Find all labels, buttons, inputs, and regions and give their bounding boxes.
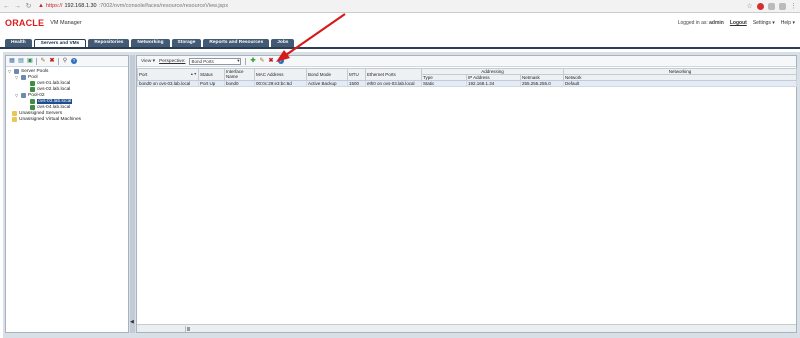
- pool-icon: [21, 74, 26, 80]
- toolbar-divider: [36, 57, 37, 65]
- toolbar-divider: [58, 57, 59, 65]
- server-pools-icon: [14, 68, 19, 74]
- panel-splitter[interactable]: ◀: [130, 55, 135, 333]
- horizontal-scrollbar[interactable]: [137, 324, 796, 332]
- column-header-mtu[interactable]: MTU: [347, 68, 366, 81]
- column-header-interface-name[interactable]: Interface Name: [224, 68, 255, 81]
- collapse-icon[interactable]: ▽: [8, 69, 12, 74]
- discover-servers-icon[interactable]: ▤: [18, 58, 24, 64]
- chevron-down-icon: ▾: [237, 58, 240, 63]
- collapse-icon[interactable]: ▽: [15, 75, 19, 80]
- shield-icon[interactable]: [768, 2, 775, 10]
- tab-health[interactable]: Health: [5, 39, 32, 47]
- tab-jobs[interactable]: Jobs: [271, 39, 295, 47]
- server-tree: ▽ Server Pools ▽ Pool ovs-01.lab.local o…: [6, 67, 128, 123]
- folder-icon: [12, 110, 17, 116]
- folder-icon: [12, 116, 17, 122]
- help-icon[interactable]: ?: [277, 58, 284, 64]
- server-icon: [30, 86, 35, 92]
- app-header: ORACLE VM Manager Logged in as: admin Lo…: [0, 14, 800, 32]
- perspective-label: Perspective:: [159, 58, 186, 64]
- help-menu[interactable]: Help ▾: [781, 20, 795, 26]
- collapse-left-icon[interactable]: ◀: [130, 319, 134, 325]
- add-icon[interactable]: ✚: [250, 58, 255, 64]
- tab-networking[interactable]: Networking: [131, 39, 170, 47]
- star-icon[interactable]: ☆: [746, 3, 753, 10]
- content-panel: View ▾ Perspective: Bond Ports ▾ ✚ ✎ ✖ ? …: [136, 55, 798, 333]
- cell-network: Default: [563, 80, 798, 87]
- scroll-thumb[interactable]: [187, 327, 190, 331]
- cell-ip: 192.168.1.34: [466, 80, 521, 87]
- create-vm-icon[interactable]: ▣: [27, 58, 33, 64]
- edit-icon[interactable]: ✎: [40, 58, 46, 64]
- edit-icon[interactable]: ✎: [260, 58, 265, 64]
- tab-storage[interactable]: Storage: [171, 39, 202, 47]
- cell-bond-mode: Active Backup: [306, 80, 348, 87]
- main-area: ▦ ▤ ▣ ✎ ✖ ⚲ ? ▽ Server Pools ▽ Pool ovs-…: [3, 52, 800, 338]
- bond-ports-table: Port ▲▼ Status Interface Name MAC Address…: [137, 68, 798, 87]
- extension-icon[interactable]: [779, 2, 786, 10]
- logged-in-label: Logged in as: admin: [677, 20, 724, 26]
- forward-icon[interactable]: →: [14, 3, 21, 10]
- menu-icon[interactable]: ⋮: [790, 3, 797, 10]
- cell-mac: 00:0c:29:e3:bc:6d: [254, 80, 307, 87]
- server-icon: [30, 80, 35, 86]
- content-toolbar: View ▾ Perspective: Bond Ports ▾ ✚ ✎ ✖ ?: [137, 56, 796, 67]
- cell-port: bond0 on ovs-03.lab.local: [137, 80, 199, 87]
- tree-item-unassigned-vms[interactable]: Unassigned Virtual Machines: [8, 116, 126, 122]
- main-tabs: Health Servers and VMs Repositories Netw…: [0, 39, 800, 49]
- delete-icon[interactable]: ✖: [49, 58, 55, 64]
- table-row[interactable]: bond0 on ovs-03.lab.local Port Up bond0 …: [137, 80, 798, 87]
- sort-icon[interactable]: ▲▼: [190, 72, 197, 76]
- help-icon[interactable]: ?: [71, 58, 77, 64]
- column-header-bond-mode[interactable]: Bond Mode: [306, 68, 348, 81]
- navigation-panel: ▦ ▤ ▣ ✎ ✖ ⚲ ? ▽ Server Pools ▽ Pool ovs-…: [5, 55, 129, 333]
- pool-icon: [21, 92, 26, 98]
- search-icon[interactable]: ⚲: [62, 58, 68, 64]
- logout-link[interactable]: Logout: [730, 20, 747, 26]
- settings-menu[interactable]: Settings ▾: [753, 20, 775, 26]
- perspective-select[interactable]: Bond Ports ▾: [189, 57, 242, 65]
- cell-netmask: 255.255.255.0: [519, 80, 565, 87]
- adblock-icon[interactable]: [757, 2, 764, 10]
- cell-type: Static: [421, 80, 467, 87]
- cell-mtu: 1500: [347, 80, 366, 87]
- view-menu[interactable]: View ▾: [141, 59, 155, 64]
- url-host: 192.168.1.30: [64, 3, 97, 9]
- create-pool-icon[interactable]: ▦: [9, 58, 15, 64]
- server-icon: [30, 98, 35, 104]
- url-scheme: https://: [45, 3, 63, 9]
- column-header-port[interactable]: Port ▲▼: [137, 68, 199, 81]
- column-header-status[interactable]: Status: [198, 68, 225, 81]
- column-header-ethernet-ports[interactable]: Ethernet Ports: [365, 68, 422, 81]
- back-icon[interactable]: ←: [3, 3, 10, 10]
- tree-toolbar: ▦ ▤ ▣ ✎ ✖ ⚲ ?: [6, 56, 128, 67]
- warning-icon: ▲: [38, 3, 44, 9]
- server-icon: [30, 104, 35, 110]
- cell-ethernet-ports: eth0 on ovs-03.lab.local: [365, 80, 422, 87]
- product-name: VM Manager: [50, 20, 82, 26]
- reload-icon[interactable]: ↻: [25, 3, 32, 10]
- oracle-logo: ORACLE: [5, 18, 45, 28]
- delete-icon[interactable]: ✖: [269, 58, 274, 64]
- scroll-divider: [185, 326, 186, 332]
- browser-toolbar: ← → ↻ ▲ https://192.168.1.30:7002/ovm/co…: [0, 0, 800, 13]
- tab-servers-and-vms[interactable]: Servers and VMs: [33, 39, 87, 47]
- toolbar-divider: [245, 57, 247, 65]
- url-path: :7002/ovm/console/faces/resource/resourc…: [98, 3, 229, 9]
- column-header-mac[interactable]: MAC Address: [254, 68, 307, 81]
- user-area: Logged in as: admin Logout Settings ▾ He…: [678, 20, 795, 26]
- cell-interface-name: bond0: [224, 80, 255, 87]
- collapse-icon[interactable]: ▽: [15, 93, 19, 98]
- tab-repositories[interactable]: Repositories: [88, 39, 130, 47]
- tab-reports-and-resources[interactable]: Reports and Resources: [203, 39, 270, 47]
- cell-status: Port Up: [198, 80, 225, 87]
- address-bar[interactable]: ▲ https://192.168.1.30:7002/ovm/console/…: [36, 2, 742, 11]
